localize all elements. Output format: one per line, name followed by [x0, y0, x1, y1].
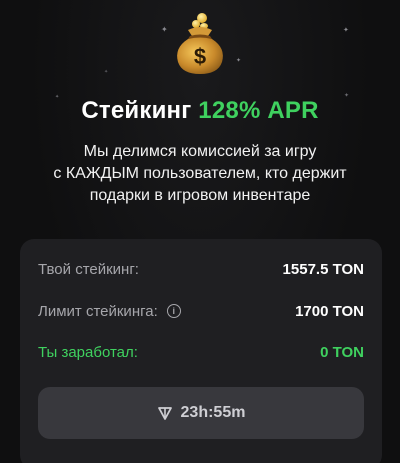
info-icon[interactable]: i [166, 304, 181, 318]
earned-row: Ты заработал: 0 TON [38, 340, 364, 364]
ton-icon [157, 407, 172, 420]
stake-row: Твой стейкинг: 1557.5 TON [38, 257, 364, 281]
svg-text:$: $ [194, 44, 206, 69]
limit-value: 1700 TON [295, 302, 364, 320]
earned-value: 0 TON [320, 343, 364, 361]
limit-row: Лимит стейкинга: i 1700 TON [38, 299, 364, 323]
page-subtitle: Мы делимся комиссией за игру с КАЖДЫМ по… [30, 141, 370, 207]
timer-value: 23h:55m [180, 404, 246, 421]
stake-value: 1557.5 TON [282, 260, 364, 278]
sparkle-icon: ✦ [161, 25, 168, 34]
sparkle-icon: ✦ [236, 58, 242, 64]
staking-card: Твой стейкинг: 1557.5 TON Лимит стейкинг… [20, 239, 382, 463]
page-title: Стейкинг 128% APR [0, 97, 400, 125]
money-bag-icon: $ [177, 13, 223, 74]
staking-screen: ✦ ✦ ✦ ✦ ✦ ✦ $ Стейкинг 128% APR Мы делим… [0, 0, 400, 463]
limit-label-group: Лимит стейкинга: i [38, 303, 181, 320]
stake-label: Твой стейкинг: [38, 260, 139, 278]
sparkle-icon: ✦ [104, 69, 109, 75]
title-main: Стейкинг [81, 97, 192, 124]
title-apr: 128% APR [198, 97, 319, 124]
subtitle-line: подарки в игровом инвентаре [89, 187, 311, 204]
earned-label: Ты заработал: [38, 343, 138, 361]
limit-label: Лимит стейкинга: [38, 302, 158, 320]
subtitle-line: с КАЖДЫМ пользователем, кто держит [53, 165, 347, 182]
subtitle-line: Мы делимся комиссией за игру [83, 143, 317, 160]
sparkle-icon: ✦ [343, 27, 349, 34]
claim-timer-button[interactable]: 23h:55m [38, 387, 364, 439]
